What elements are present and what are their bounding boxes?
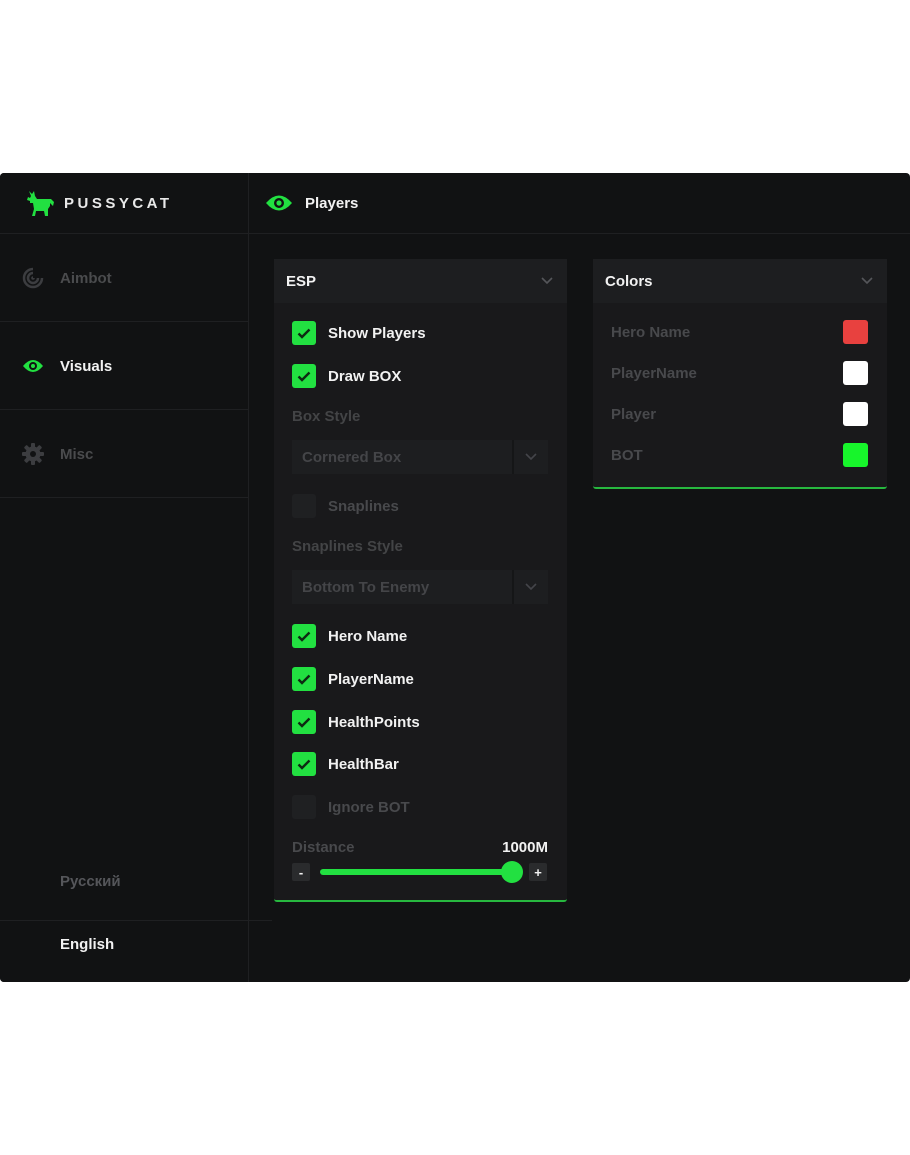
color-swatch[interactable] — [843, 320, 868, 344]
color-row-hero-name: Hero Name — [611, 320, 868, 344]
esp-panel-header[interactable]: ESP — [274, 259, 567, 303]
color-swatch[interactable] — [843, 361, 868, 385]
distance-label: Distance — [292, 839, 355, 856]
chevron-down-icon — [512, 570, 548, 604]
colors-panel-header[interactable]: Colors — [593, 259, 887, 303]
check-icon — [292, 321, 316, 345]
ignore-bot-checkbox[interactable]: Ignore BOT — [292, 795, 410, 819]
distance-value: 1000M — [502, 839, 548, 856]
check-icon — [292, 667, 316, 691]
check-icon — [292, 624, 316, 648]
sidebar-item-visuals[interactable]: Visuals — [0, 323, 249, 410]
color-row-player: Player — [611, 402, 868, 426]
checkbox-label: HealthBar — [328, 755, 399, 773]
check-icon — [292, 710, 316, 734]
check-icon — [292, 752, 316, 776]
checkbox-label: Hero Name — [328, 627, 408, 645]
color-label: PlayerName — [611, 364, 697, 382]
color-swatch[interactable] — [843, 443, 868, 467]
cat-logo-icon — [27, 191, 54, 216]
panel-title: Colors — [605, 272, 653, 290]
colors-panel: Colors Hero Name PlayerName Player BOT — [593, 259, 887, 489]
color-row-bot: BOT — [611, 443, 868, 467]
sidebar-item-label: Visuals — [60, 357, 113, 375]
color-swatch[interactable] — [843, 402, 868, 426]
eye-icon — [266, 195, 292, 211]
hero-name-checkbox[interactable]: Hero Name — [292, 624, 407, 648]
snaplines-style-label: Snaplines Style — [292, 538, 403, 555]
select-value: Cornered Box — [302, 448, 402, 466]
snaplines-style-select[interactable]: Bottom To Enemy — [292, 570, 548, 604]
health-bar-checkbox[interactable]: HealthBar — [292, 752, 399, 776]
sidebar-item-misc[interactable]: Misc — [0, 411, 249, 498]
chevron-down-icon — [512, 440, 548, 474]
snaplines-checkbox[interactable]: Snaplines — [292, 494, 399, 518]
draw-box-checkbox[interactable]: Draw BOX — [292, 364, 401, 388]
language-english[interactable]: English — [0, 936, 249, 956]
app-name: PUSSYCAT — [64, 194, 173, 212]
app-window: PUSSYCAT Aimbot Visuals Misc Русский Eng… — [0, 173, 910, 982]
checkbox-label: PlayerName — [328, 670, 414, 688]
box-style-label: Box Style — [292, 408, 361, 425]
chevron-down-icon — [861, 277, 873, 285]
color-row-player-name: PlayerName — [611, 361, 868, 385]
logo: PUSSYCAT — [0, 173, 249, 234]
distance-increase-button[interactable]: + — [529, 863, 547, 881]
sidebar-item-aimbot[interactable]: Aimbot — [0, 235, 249, 322]
aimbot-icon — [22, 267, 44, 289]
select-value: Bottom To Enemy — [302, 578, 430, 596]
chevron-down-icon — [541, 277, 553, 285]
header: Players — [249, 173, 910, 234]
player-name-checkbox[interactable]: PlayerName — [292, 667, 414, 691]
distance-decrease-button[interactable]: - — [292, 863, 310, 881]
eye-icon — [22, 355, 44, 377]
page-title: Players — [305, 194, 359, 212]
box-style-select[interactable]: Cornered Box — [292, 440, 548, 474]
checkbox-label: HealthPoints — [328, 713, 420, 731]
divider — [0, 920, 272, 921]
sidebar: PUSSYCAT Aimbot Visuals Misc Русский Eng… — [0, 173, 272, 982]
checkbox-label: Ignore BOT — [328, 798, 410, 816]
distance-slider-track[interactable] — [320, 861, 523, 883]
health-points-checkbox[interactable]: HealthPoints — [292, 710, 420, 734]
distance-slider-thumb[interactable] — [501, 861, 523, 883]
esp-panel: ESP Show Players Draw BOX Box Style Corn… — [274, 259, 567, 902]
check-icon — [292, 364, 316, 388]
sidebar-item-label: Aimbot — [60, 269, 112, 287]
checkbox-label: Show Players — [328, 324, 426, 342]
color-label: BOT — [611, 446, 643, 464]
color-label: Player — [611, 405, 657, 423]
language-russian[interactable]: Русский — [0, 873, 249, 893]
checkbox-label: Draw BOX — [328, 367, 402, 385]
show-players-checkbox[interactable]: Show Players — [292, 321, 426, 345]
color-label: Hero Name — [611, 323, 691, 341]
checkbox-label: Snaplines — [328, 497, 399, 515]
gear-icon — [22, 443, 44, 465]
sidebar-item-label: Misc — [60, 445, 94, 463]
panel-title: ESP — [286, 272, 317, 290]
